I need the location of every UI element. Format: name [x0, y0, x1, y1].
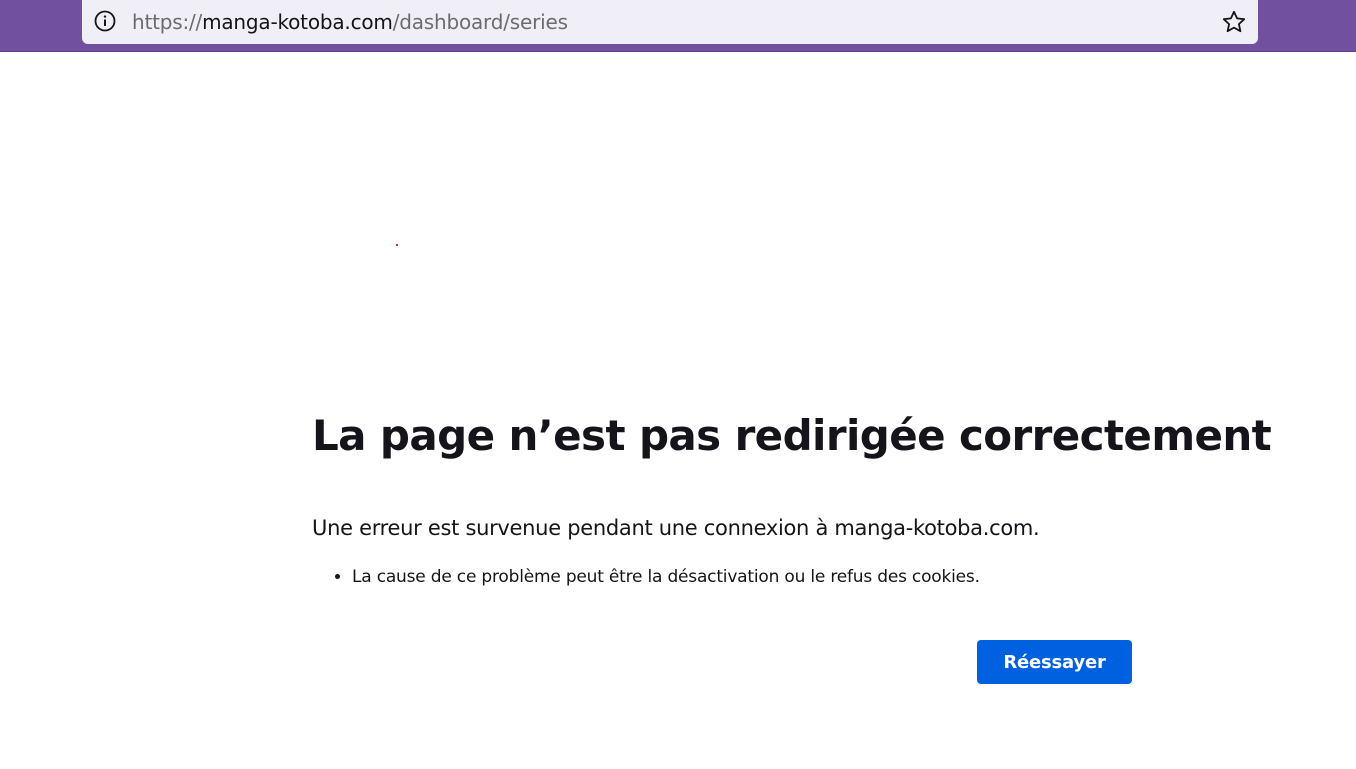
error-page-content: La page n’est pas redirigée correctement…	[312, 410, 1272, 588]
error-reason-item: La cause de ce problème peut être la dés…	[352, 566, 1142, 588]
stray-red-dot	[396, 244, 398, 246]
retry-button[interactable]: Réessayer	[977, 640, 1132, 684]
url-host: manga-kotoba.com	[202, 10, 393, 34]
browser-toolbar: https://manga-kotoba.com/dashboard/serie…	[0, 0, 1356, 52]
error-description: Une erreur est survenue pendant une conn…	[312, 516, 1040, 540]
bookmark-star-icon[interactable]	[1220, 8, 1248, 36]
error-reason-list: La cause de ce problème peut être la dés…	[312, 566, 1142, 588]
url-text[interactable]: https://manga-kotoba.com/dashboard/serie…	[132, 11, 568, 33]
url-path: /dashboard/series	[392, 10, 568, 34]
address-bar[interactable]: https://manga-kotoba.com/dashboard/serie…	[82, 0, 1258, 44]
error-title: La page n’est pas redirigée correctement	[312, 411, 1272, 460]
url-scheme: https://	[132, 10, 203, 34]
info-circle-icon[interactable]	[94, 10, 116, 32]
